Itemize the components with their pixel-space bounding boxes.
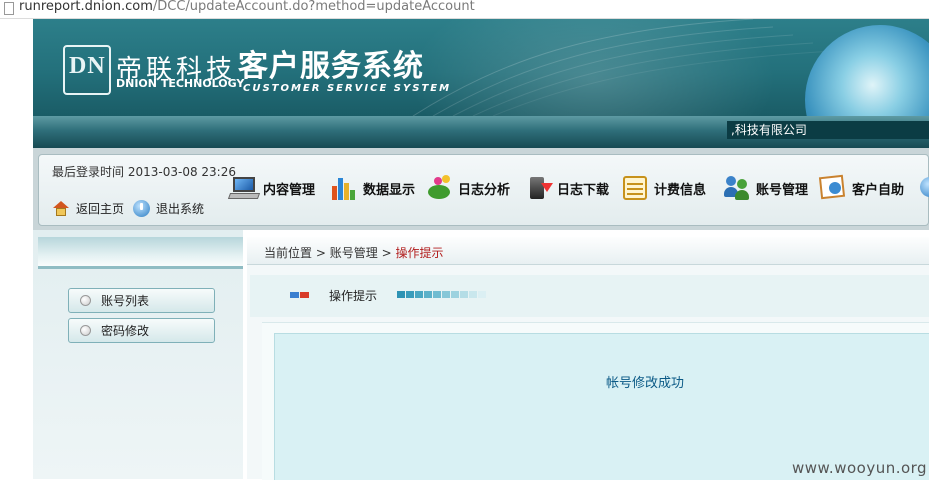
url-host: runreport.dnion.com xyxy=(19,0,153,14)
nav-overflow-icon[interactable] xyxy=(918,173,929,203)
last-login: 最后登录时间 2013-03-08 23:26 xyxy=(52,165,236,179)
sidebar-item-label: 密码修改 xyxy=(101,324,150,338)
message-box xyxy=(274,333,929,480)
nav-account-management[interactable]: 账号管理 xyxy=(722,170,808,206)
users-icon xyxy=(722,173,752,203)
sidebar-item-label: 账号列表 xyxy=(101,294,150,308)
nav-label: 数据显示 xyxy=(363,182,416,198)
home-icon xyxy=(52,200,70,217)
success-message: 帐号修改成功 xyxy=(606,376,685,391)
url-text[interactable]: runreport.dnion.com/DCC/updateAccount.do… xyxy=(19,0,475,14)
left-margin xyxy=(0,19,33,479)
company-name: ,科技有限公司 xyxy=(727,121,929,139)
url-path: /DCC/updateAccount.do?method=updateAccou… xyxy=(152,0,475,14)
nav-log-analysis[interactable]: 日志分析 xyxy=(424,170,510,206)
sidebar-item-account-list[interactable]: 账号列表 xyxy=(68,288,215,313)
logout-link[interactable]: 退出系统 xyxy=(133,200,204,217)
address-bar[interactable]: runreport.dnion.com/DCC/updateAccount.do… xyxy=(0,0,929,19)
home-link[interactable]: 返回主页 xyxy=(52,200,124,217)
page-icon xyxy=(4,2,14,15)
breadcrumb: 当前位置 > 账号管理 > 操作提示 xyxy=(264,246,444,260)
sidebar-item-password-change[interactable]: 密码修改 xyxy=(68,318,215,343)
nav-customer-self-service[interactable]: 客户自助 xyxy=(818,170,904,206)
nav-label: 计费信息 xyxy=(654,182,707,198)
home-label: 返回主页 xyxy=(76,202,125,216)
breadcrumb-current: 操作提示 xyxy=(395,246,444,260)
brand-name-en: DNION TECHNOLOGY xyxy=(116,77,245,90)
sidebar-header xyxy=(38,237,243,269)
dnion-logo: DN xyxy=(63,45,111,95)
system-title: 客户服务系统 xyxy=(238,49,424,84)
watermark: www.wooyun.org xyxy=(792,459,928,477)
download-icon xyxy=(523,173,553,203)
nav-data-display[interactable]: 数据显示 xyxy=(329,170,415,206)
bar-chart-icon xyxy=(329,173,359,203)
tip-title: 操作提示 xyxy=(329,289,378,303)
bullet-icon xyxy=(80,295,91,306)
bullet-icon xyxy=(80,325,91,336)
power-icon xyxy=(133,200,150,217)
plant-icon xyxy=(424,173,454,203)
nav-billing-info[interactable]: 计费信息 xyxy=(620,170,706,206)
nav-content-management[interactable]: 内容管理 xyxy=(227,170,316,206)
nav-label: 日志下载 xyxy=(557,182,610,198)
tip-decoration xyxy=(397,291,486,299)
help-card-icon xyxy=(818,173,848,203)
nav-label: 日志分析 xyxy=(458,182,511,198)
sidebar-divider xyxy=(38,266,243,269)
nav-log-download[interactable]: 日志下载 xyxy=(523,170,609,206)
nav-label: 账号管理 xyxy=(756,182,809,198)
calendar-icon xyxy=(620,173,650,203)
header-banner: DN 帝联科技 DNION TECHNOLOGY 客户服务系统 CUSTOMER… xyxy=(33,19,929,116)
nav-label: 内容管理 xyxy=(263,182,316,198)
system-title-en: CUSTOMER SERVICE SYSTEM xyxy=(243,83,452,94)
laptop-icon xyxy=(227,173,261,203)
breadcrumb-section[interactable]: 账号管理 xyxy=(330,246,378,260)
tip-icon xyxy=(290,292,310,298)
logout-label: 退出系统 xyxy=(156,202,205,216)
nav-label: 客户自助 xyxy=(852,182,905,198)
